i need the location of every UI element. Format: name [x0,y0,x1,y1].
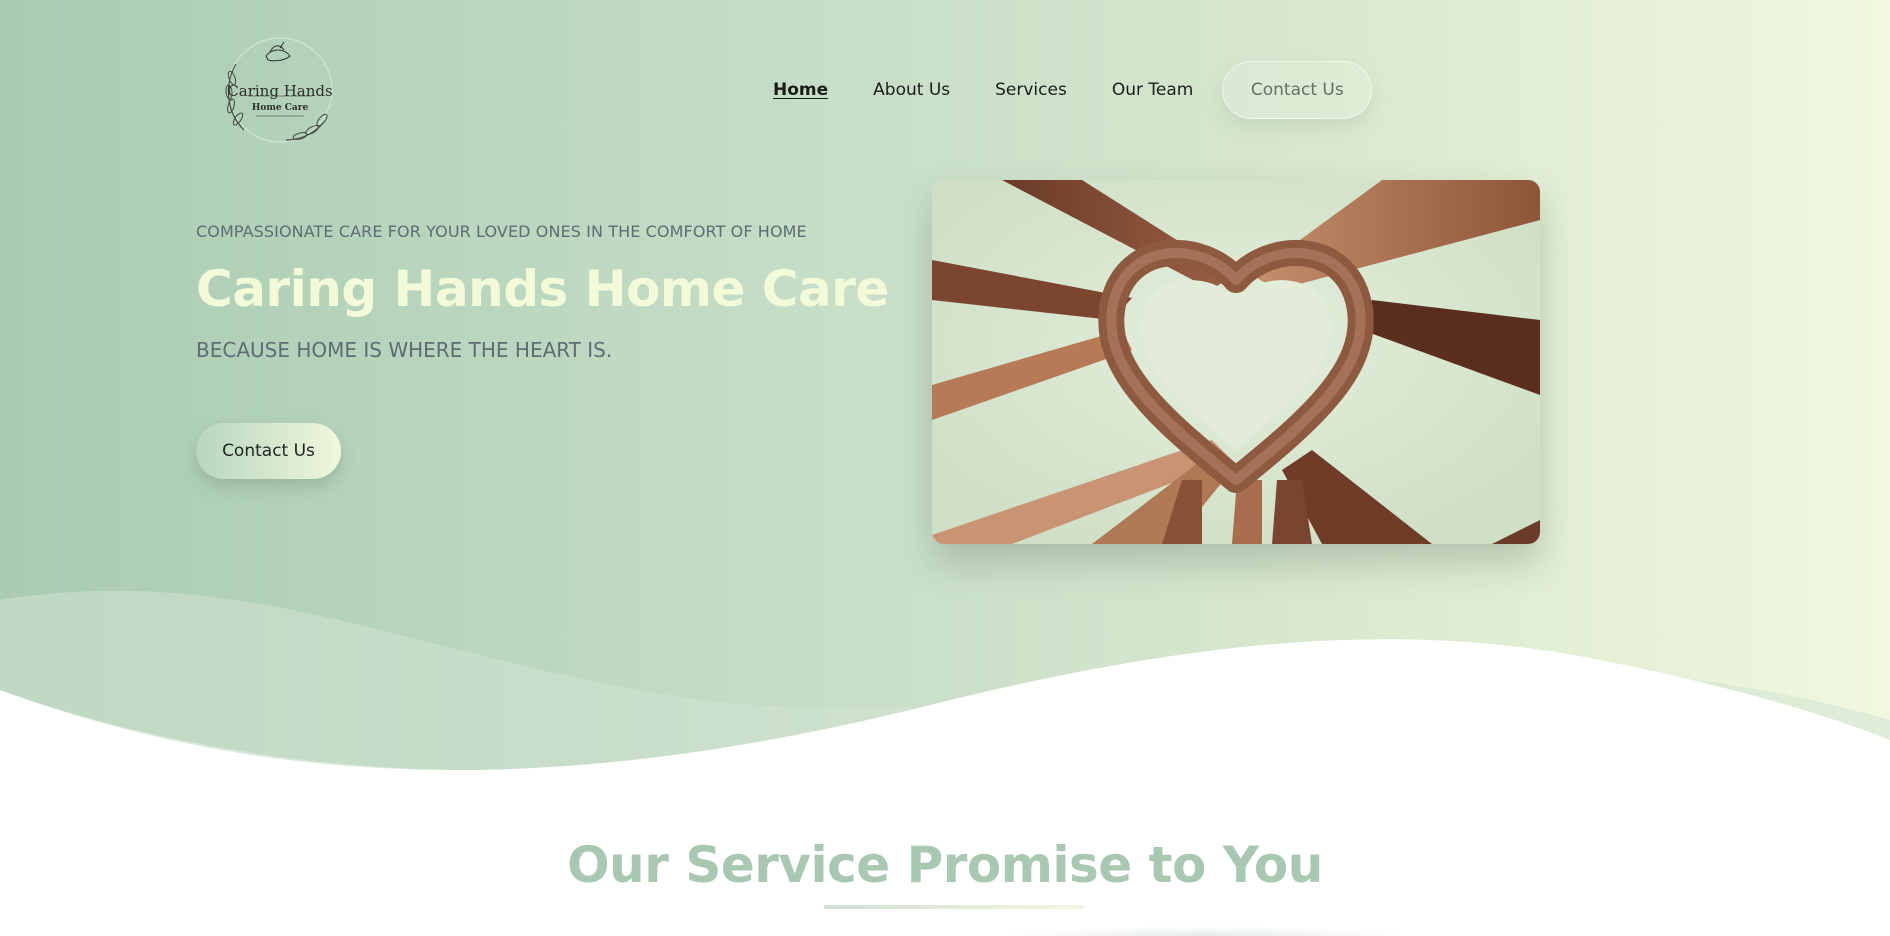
hands-heart-icon [932,180,1540,544]
hero-subtitle: BECAUSE HOME IS WHERE THE HEART IS. [196,338,613,362]
hero-kicker: COMPASSIONATE CARE FOR YOUR LOVED ONES I… [196,222,807,241]
logo-title: Caring Hands [227,82,333,100]
nav-contact-button[interactable]: Contact Us [1222,61,1373,119]
brand-logo[interactable]: Caring Hands Home Care [214,34,346,146]
card-shadow-decoration [1000,926,1410,936]
main-navigation: Home About Us Services Our Team Contact … [773,60,1373,120]
nav-link-about-us[interactable]: About Us [873,80,950,100]
hero-section: Caring Hands Home Care Home About Us Ser… [0,0,1890,780]
hero-title: Caring Hands Home Care [196,260,889,318]
nav-link-services[interactable]: Services [995,80,1067,100]
nav-link-our-team[interactable]: Our Team [1112,80,1193,100]
nav-link-home[interactable]: Home [773,80,828,100]
logo-subtitle: Home Care [251,103,309,113]
section-title-underline [824,905,1084,909]
hero-contact-button[interactable]: Contact Us [196,423,341,479]
hero-hands-heart-image [932,180,1540,544]
section-title: Our Service Promise to You [567,836,1323,894]
